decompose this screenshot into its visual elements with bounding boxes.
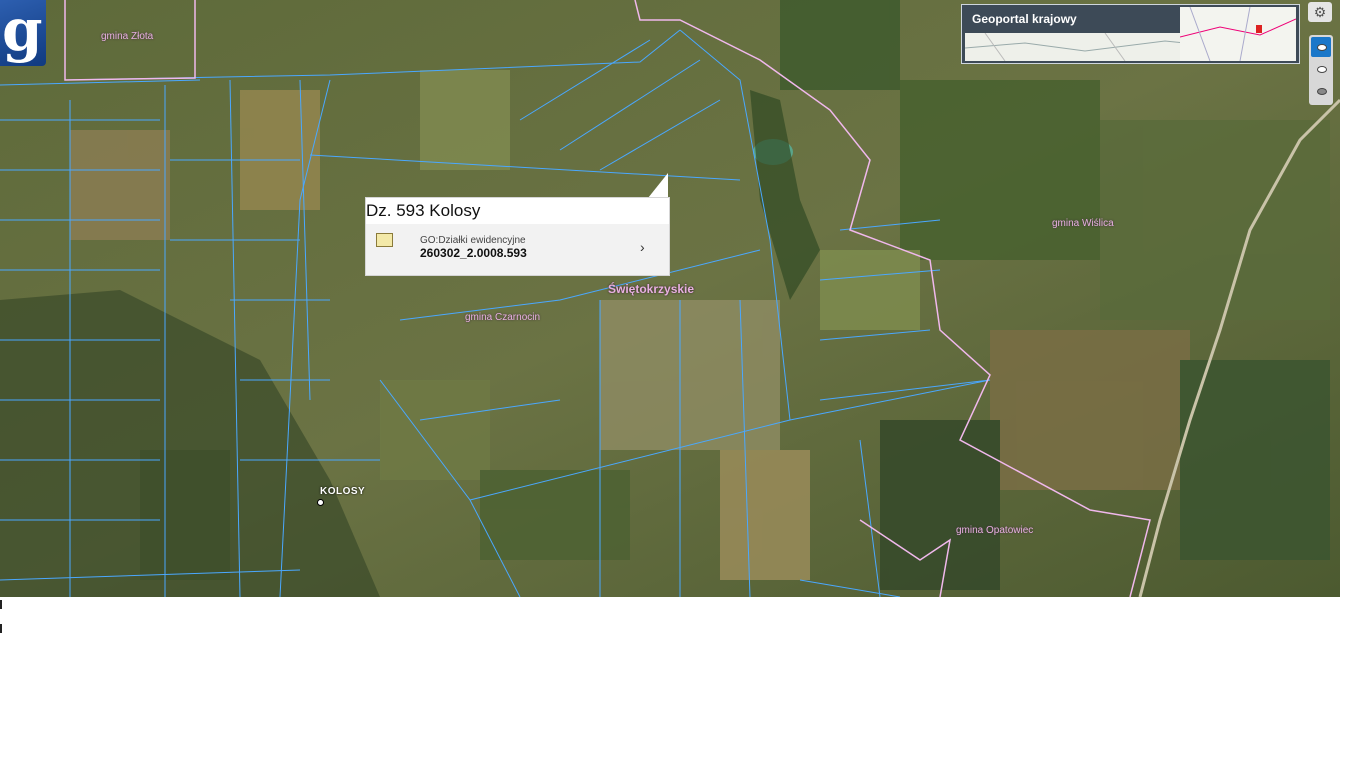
label-region: Świętokrzyskie (608, 282, 695, 296)
chevron-right-icon[interactable]: › (640, 239, 645, 255)
parcel-map-icon (376, 233, 393, 247)
popup-header: Dz. 593 Kolosy (366, 198, 669, 224)
eye-icon[interactable] (1311, 81, 1331, 101)
label-gmina-zlota: gmina Złota (101, 31, 154, 42)
aerial-imagery (0, 0, 1340, 597)
overview-map[interactable]: Geoportal krajowy (961, 4, 1300, 64)
label-village: KOLOSY (320, 486, 366, 497)
label-gmina-wislica: gmina Wiślica (1052, 218, 1114, 229)
popup-layer-name: GO:Działki ewidencyjne (420, 235, 526, 246)
layer-visibility-control (1309, 35, 1333, 105)
popup-feature-row[interactable]: GO:Działki ewidencyjne 260302_2.0008.593… (366, 225, 669, 275)
popup-parcel-id: 260302_2.0008.593 (420, 246, 527, 260)
village-marker (317, 499, 324, 506)
eye-icon[interactable] (1311, 37, 1331, 57)
geoportal-logo[interactable]: g (0, 0, 46, 66)
eye-icon[interactable] (1311, 59, 1331, 79)
overview-map-region[interactable] (1179, 6, 1297, 62)
label-gmina-czarnocin: gmina Czarnocin (465, 312, 541, 323)
popup-pointer (648, 173, 668, 198)
gear-icon[interactable]: ⚙ (1308, 2, 1332, 22)
map-view[interactable]: gmina Złota gmina Wiślica gmina Czarnoci… (0, 0, 1340, 597)
parcel-info-popup: Dz. 593 Kolosy GO:Działki ewidencyjne 26… (365, 197, 670, 276)
scale-tick (0, 600, 2, 609)
page-footer (0, 598, 1366, 768)
popup-title: Dz. 593 Kolosy (366, 201, 481, 220)
logo-letter: g (2, 0, 43, 64)
overview-title: Geoportal krajowy (972, 12, 1077, 26)
label-gmina-opatowiec: gmina Opatowiec (956, 525, 1034, 536)
scale-tick (0, 624, 2, 633)
